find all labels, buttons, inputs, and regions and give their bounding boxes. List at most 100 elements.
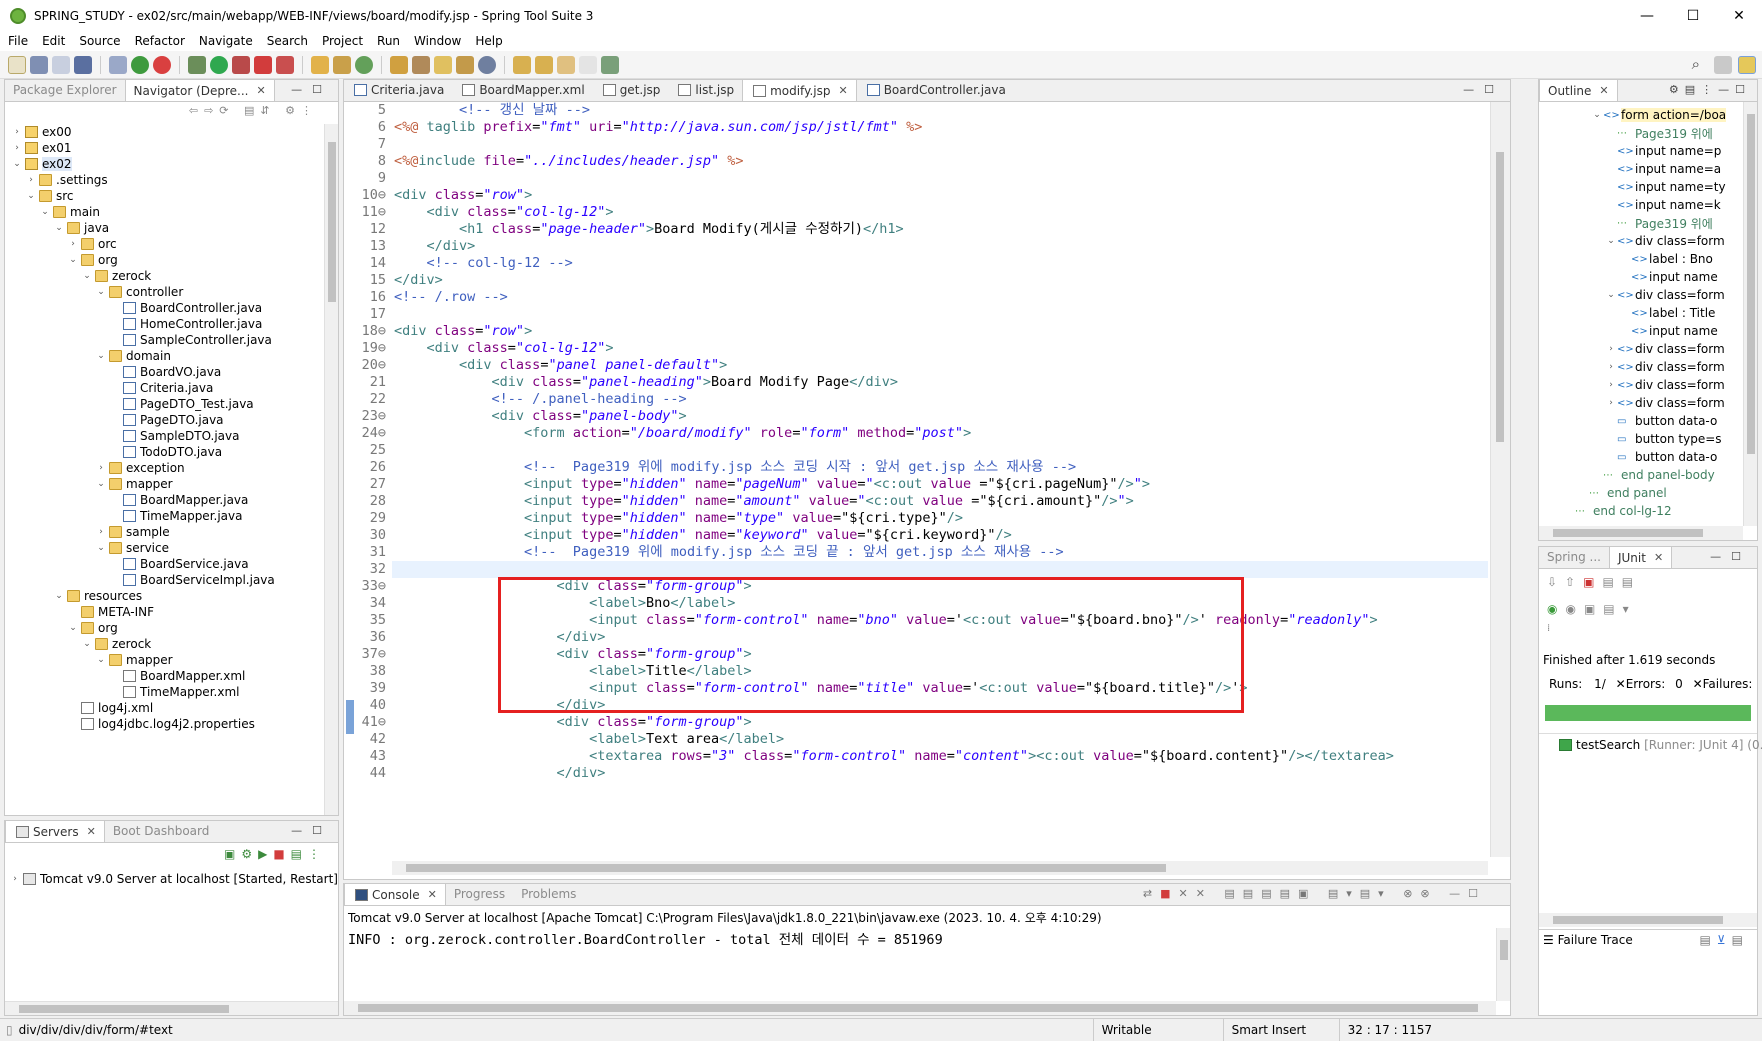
outline-item[interactable]: › <> div class=form <box>1539 394 1743 412</box>
junit-toolbar[interactable]: ⇩⇧▣▤▤ <box>1547 575 1641 589</box>
expand-toggle-icon[interactable]: ⌄ <box>1605 290 1617 300</box>
expand-toggle-icon[interactable]: › <box>1605 380 1617 390</box>
editor-tab[interactable]: BoardController.java <box>857 79 1014 101</box>
junit-toolbar-2[interactable]: ◉◉▣▤▾ <box>1547 602 1637 616</box>
tab-problems[interactable]: Problems <box>513 883 584 905</box>
tab-boot-dashboard[interactable]: Boot Dashboard <box>105 820 218 842</box>
expand-toggle-icon[interactable]: › <box>67 239 79 249</box>
expand-toggle-icon[interactable]: › <box>11 127 23 137</box>
menu-refactor[interactable]: Refactor <box>135 34 185 48</box>
code-line[interactable] <box>392 136 1488 153</box>
console-toolbar[interactable]: ⇄■✕✕ ▤▤▤▤▣ ▤▾▤▾ ⊗⊗ —☐ <box>1143 887 1486 900</box>
outline-item[interactable]: ⋯ Page319 위에 <box>1539 124 1743 142</box>
outline-item[interactable]: ⋯ end panel <box>1539 484 1743 502</box>
tree-item[interactable]: Criteria.java <box>5 380 324 396</box>
close-icon[interactable]: ✕ <box>87 825 96 838</box>
new-icon[interactable] <box>8 55 26 74</box>
menu-run[interactable]: Run <box>377 34 400 48</box>
editor-tab[interactable]: modify.jsp ✕ <box>742 79 857 101</box>
code-line[interactable] <box>392 442 1488 459</box>
menu-window[interactable]: Window <box>414 34 461 48</box>
expand-toggle-icon[interactable]: ⌄ <box>1605 236 1617 246</box>
code-line[interactable]: <div class="col-lg-12"> <box>392 340 1488 357</box>
tree-item[interactable]: PageDTO.java <box>5 412 324 428</box>
code-line[interactable]: <input type="hidden" name="type" value="… <box>392 510 1488 527</box>
tab-outline[interactable]: Outline ✕ <box>1539 79 1618 101</box>
code-line[interactable]: <h1 class="page-header">Board Modify(게시글… <box>392 221 1488 238</box>
menu-file[interactable]: File <box>8 34 28 48</box>
menu-search[interactable]: Search <box>267 34 308 48</box>
code-line[interactable]: <textarea rows="3" class="form-control" … <box>392 748 1488 765</box>
code-line[interactable]: <div class="panel-heading">Board Modify … <box>392 374 1488 391</box>
tree-item[interactable]: BoardServiceImpl.java <box>5 572 324 588</box>
tree-item[interactable]: ⌄ src <box>5 188 324 204</box>
code-line[interactable]: <%@ taglib prefix="fmt" uri="http://java… <box>392 119 1488 136</box>
minimize-button[interactable]: — <box>1624 0 1670 31</box>
tree-item[interactable]: ⌄ zerock <box>5 636 324 652</box>
debug-icon[interactable] <box>188 55 206 74</box>
outline-item[interactable]: <> input name <box>1539 268 1743 286</box>
editor-tab[interactable]: Criteria.java <box>344 79 452 101</box>
tree-item[interactable]: › ex01 <box>5 140 324 156</box>
junit-controls[interactable]: —☐ <box>1710 550 1751 563</box>
code-line[interactable]: <!-- 갱신 날짜 --> <box>392 102 1488 119</box>
expand-toggle-icon[interactable]: ⌄ <box>67 255 79 265</box>
editor-tab[interactable]: get.jsp <box>593 79 669 101</box>
menu-source[interactable]: Source <box>79 34 120 48</box>
tab-junit[interactable]: JUnit ✕ <box>1608 546 1673 568</box>
code-line[interactable]: <div class="row"> <box>392 187 1488 204</box>
run-icon[interactable] <box>210 55 228 74</box>
code-line[interactable]: <!-- /.panel-heading --> <box>392 391 1488 408</box>
close-icon[interactable]: ✕ <box>256 84 265 97</box>
tree-item[interactable]: ⌄ mapper <box>5 476 324 492</box>
explorer-scrollbar[interactable] <box>324 124 338 815</box>
code-line[interactable]: <label>Text area</label> <box>392 731 1488 748</box>
server-item-tomcat[interactable]: › Tomcat v9.0 Server at localhost [Starte… <box>9 871 338 887</box>
tree-item[interactable]: META-INF <box>5 604 324 620</box>
outline-item[interactable]: <> label : Bno <box>1539 250 1743 268</box>
tree-item[interactable]: BoardService.java <box>5 556 324 572</box>
next-annotation-icon[interactable] <box>513 55 531 74</box>
tree-item[interactable]: log4j.xml <box>5 700 324 716</box>
outline-item[interactable]: <> input name=a <box>1539 160 1743 178</box>
expand-toggle-icon[interactable]: ⌄ <box>81 639 93 649</box>
pin-editor-icon[interactable] <box>601 55 619 74</box>
code-line[interactable]: <input type="hidden" name="keyword" valu… <box>392 527 1488 544</box>
code-line[interactable]: <!-- col-lg-12 --> <box>392 255 1488 272</box>
code-line[interactable] <box>392 170 1488 187</box>
tree-item[interactable]: log4jdbc.log4j2.properties <box>5 716 324 732</box>
junit-hscrollbar[interactable] <box>1539 913 1757 927</box>
tree-item[interactable]: ⌄ controller <box>5 284 324 300</box>
expand-toggle-icon[interactable]: ⌄ <box>67 623 79 633</box>
code-line[interactable]: <div class="panel-body"> <box>392 408 1488 425</box>
expand-toggle-icon[interactable]: ⌄ <box>39 207 51 217</box>
prev-annotation-icon[interactable] <box>535 55 553 74</box>
code-area[interactable]: <!-- 갱신 날짜 --> <%@ taglib prefix="fmt" ur… <box>392 102 1488 857</box>
tree-item[interactable]: ⌄ ex02 <box>5 156 324 172</box>
expand-toggle-icon[interactable]: ⌄ <box>25 191 37 201</box>
tree-item[interactable]: › exception <box>5 460 324 476</box>
tree-item[interactable]: › orc <box>5 236 324 252</box>
menu-project[interactable]: Project <box>322 34 363 48</box>
tab-console[interactable]: Console ✕ <box>344 883 446 905</box>
tree-item[interactable]: HomeController.java <box>5 316 324 332</box>
editor-vscrollbar[interactable] <box>1490 102 1510 857</box>
tree-item[interactable]: TimeMapper.xml <box>5 684 324 700</box>
code-line[interactable]: <%@include file="../includes/header.jsp"… <box>392 153 1488 170</box>
tab-spring[interactable]: Spring ... <box>1539 546 1609 568</box>
expand-toggle-icon[interactable]: ⌄ <box>53 591 65 601</box>
outline-item[interactable]: <> input name=p <box>1539 142 1743 160</box>
brush-icon[interactable] <box>456 55 474 74</box>
outline-controls[interactable]: ⚙▤⋮—☐ <box>1669 83 1751 96</box>
outline-item[interactable]: ▭ button data-o <box>1539 412 1743 430</box>
menu-navigate[interactable]: Navigate <box>199 34 253 48</box>
expand-toggle-icon[interactable]: › <box>1605 344 1617 354</box>
save-all-icon[interactable] <box>52 55 70 74</box>
relaunch-icon[interactable] <box>153 55 171 74</box>
open-type-icon[interactable] <box>311 55 329 74</box>
outline-item[interactable]: ⋯ Page319 위에 <box>1539 214 1743 232</box>
tree-item[interactable]: ⌄ domain <box>5 348 324 364</box>
menu-help[interactable]: Help <box>475 34 502 48</box>
failure-trace-toolbar[interactable]: ▤⊻▤ <box>1700 933 1749 947</box>
tab-navigator[interactable]: Navigator (Depre... ✕ <box>124 79 275 101</box>
